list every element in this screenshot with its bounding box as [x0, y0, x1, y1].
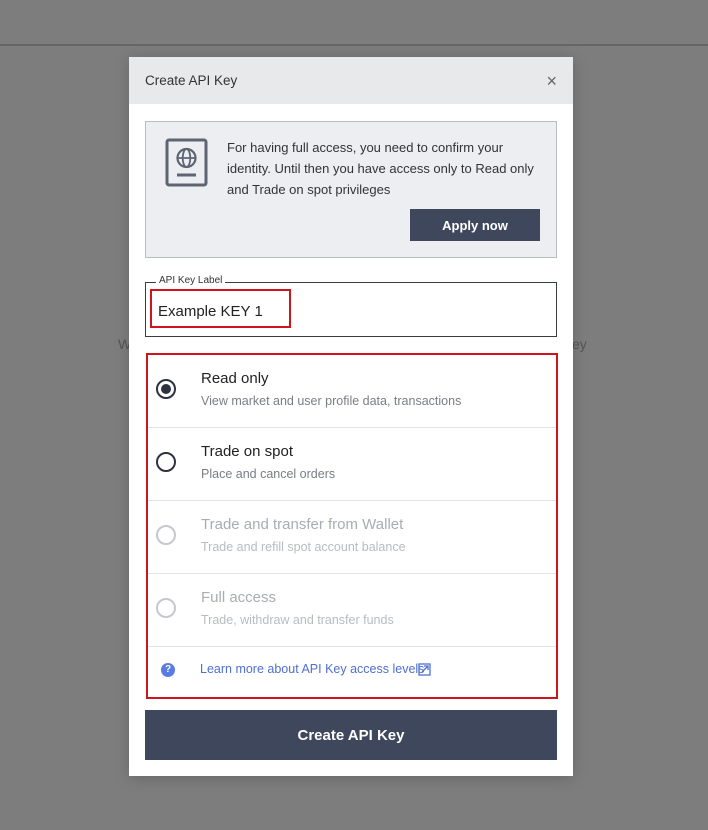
access-level-options: Read only View market and user profile d…: [146, 353, 558, 699]
apply-now-button[interactable]: Apply now: [410, 209, 540, 241]
radio-trade-and-transfer: [156, 525, 176, 545]
learn-more-link[interactable]: Learn more about API Key access levels: [200, 662, 424, 676]
radio-trade-on-spot[interactable]: [156, 452, 176, 472]
option-title: Read only: [201, 370, 269, 387]
verification-notice: For having full access, you need to conf…: [145, 121, 557, 258]
create-api-key-button[interactable]: Create API Key: [145, 710, 557, 760]
option-description: Place and cancel orders: [201, 467, 336, 481]
option-full-access: Full access Trade, withdraw and transfer…: [148, 574, 556, 647]
radio-read-only[interactable]: [156, 379, 176, 399]
modal-title: Create API Key: [145, 73, 238, 88]
option-read-only[interactable]: Read only View market and user profile d…: [148, 355, 556, 428]
radio-full-access: [156, 598, 176, 618]
close-icon[interactable]: ×: [546, 72, 557, 90]
learn-more-row: ? Learn more about API Key access levels: [148, 647, 556, 695]
option-description: View market and user profile data, trans…: [201, 394, 462, 408]
passport-icon: [165, 138, 208, 187]
help-icon: ?: [161, 663, 175, 677]
external-link-icon[interactable]: [418, 663, 431, 676]
notice-text: For having full access, you need to conf…: [227, 140, 534, 197]
api-key-label-field: API Key Label: [145, 275, 557, 337]
api-key-label-legend: API Key Label: [156, 275, 226, 286]
api-key-label-input[interactable]: [158, 299, 458, 323]
option-title: Trade and transfer from Wallet: [201, 516, 404, 533]
option-title: Trade on spot: [201, 443, 293, 460]
option-trade-and-transfer: Trade and transfer from Wallet Trade and…: [148, 501, 556, 574]
background-text-right: ey: [572, 336, 587, 352]
page-divider: [0, 44, 708, 46]
create-api-key-modal: Create API Key × For having full access,…: [129, 57, 573, 776]
option-trade-on-spot[interactable]: Trade on spot Place and cancel orders: [148, 428, 556, 501]
option-title: Full access: [201, 589, 277, 606]
option-description: Trade, withdraw and transfer funds: [201, 613, 394, 627]
option-description: Trade and refill spot account balance: [201, 540, 406, 554]
modal-header: Create API Key ×: [129, 57, 573, 104]
